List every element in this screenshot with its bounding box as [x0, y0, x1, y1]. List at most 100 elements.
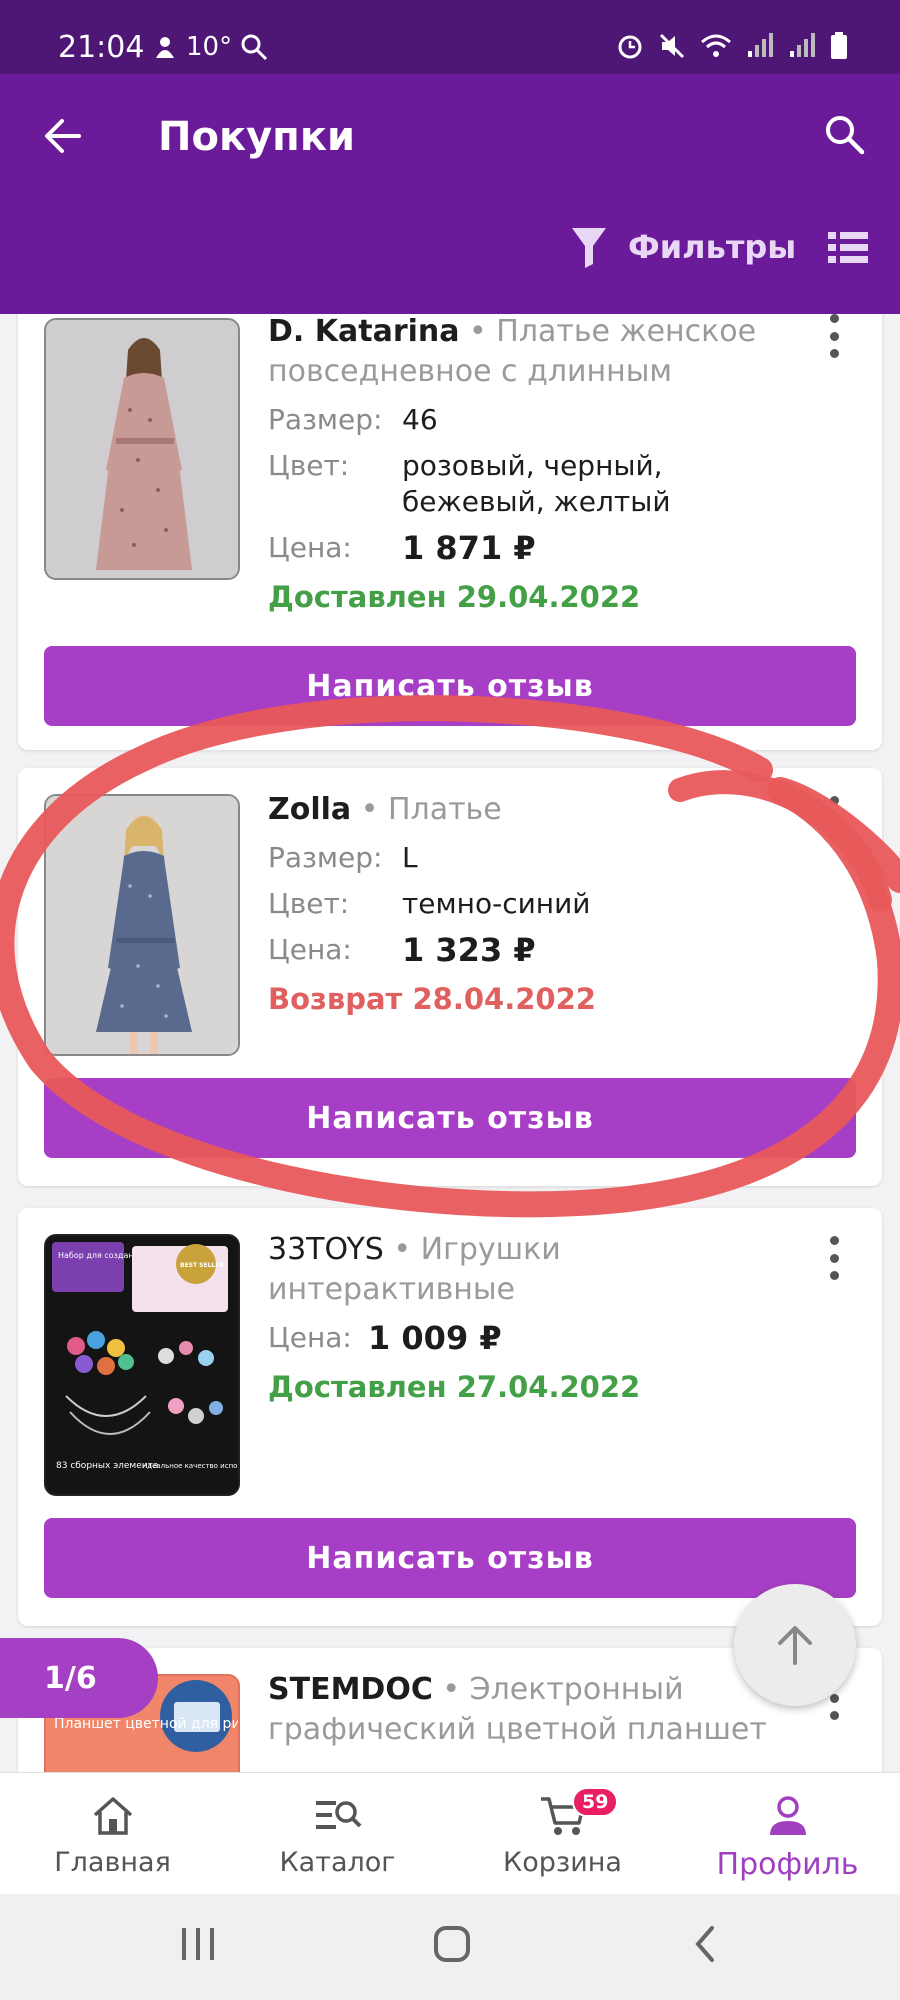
product-title[interactable]: D. Katarina • Платье женское повседневно…: [268, 314, 812, 392]
color-label: Цвет:: [268, 449, 350, 482]
nav-home-label: Главная: [54, 1847, 171, 1878]
product-image[interactable]: [44, 794, 240, 1056]
color-row: Цвет: розовый, черный, бежевый, желтый: [268, 448, 812, 520]
catalog-search-icon: [315, 1801, 361, 1829]
chevron-left-icon: [695, 1926, 714, 1962]
more-dot-icon: [829, 1236, 839, 1245]
scroll-up-button[interactable]: [734, 1584, 856, 1706]
product-name: Платье: [387, 792, 502, 827]
more-options-button[interactable]: [824, 796, 844, 840]
search-status-icon: [241, 34, 268, 61]
status-temperature: 10°: [186, 32, 233, 62]
search-button[interactable]: [818, 108, 870, 160]
product-info: Zolla • Платье Размер: L Цвет: темно-син…: [268, 790, 812, 1016]
nav-catalog[interactable]: Каталог: [225, 1773, 450, 1894]
size-label: Размер:: [268, 403, 383, 436]
app-bar: Покупки Фильтры: [0, 74, 900, 314]
status-left-icons: 10°: [152, 32, 268, 62]
price-label: Цена:: [268, 531, 352, 564]
delivery-status: Доставлен 27.04.2022: [268, 1370, 641, 1404]
cart-badge: 59: [572, 1787, 619, 1817]
notification-icon: [156, 37, 174, 58]
size-value: L: [402, 841, 418, 874]
price-row: Цена: 1 009 ₽: [268, 1320, 812, 1356]
arrow-up-icon: [778, 1626, 812, 1665]
status-bar: 21:04 10°: [0, 0, 900, 74]
search-icon: [826, 116, 865, 155]
product-image[interactable]: [44, 318, 240, 580]
battery-icon: [831, 32, 847, 59]
filter-icon: [572, 228, 606, 268]
return-status: Возврат 28.04.2022: [268, 982, 596, 1016]
delivery-status: Доставлен 29.04.2022: [268, 580, 641, 614]
size-row: Размер: 46: [268, 402, 812, 438]
product-brand: Zolla: [268, 792, 352, 827]
wifi-icon: [701, 34, 731, 57]
alarm-icon: [618, 35, 642, 59]
nav-catalog-label: Каталог: [279, 1847, 396, 1878]
purchase-card[interactable]: Набор для создания украшений BEST SELLER…: [18, 1208, 882, 1626]
nav-cart-label: Корзина: [503, 1847, 622, 1878]
nav-profile[interactable]: Профиль: [675, 1773, 900, 1894]
color-value: темно-синий: [402, 887, 591, 920]
thumb-text-quality: Идеальное качество исполнения: [142, 1462, 240, 1470]
mute-icon: [659, 33, 685, 59]
list-view-button[interactable]: [828, 230, 868, 266]
nav-home[interactable]: Главная: [0, 1773, 225, 1894]
price-value: 1 323 ₽: [402, 931, 536, 969]
price-label: Цена:: [268, 933, 352, 966]
write-review-button[interactable]: Написать отзыв: [44, 1518, 856, 1598]
purchases-list: D. Katarina • Платье женское повседневно…: [0, 314, 900, 1772]
size-label: Размер:: [268, 841, 383, 874]
home-icon: [93, 1797, 132, 1835]
home-circle-icon: [434, 1926, 470, 1962]
product-info: STEMDOC • Электронный графический цветно…: [268, 1670, 812, 1750]
purchase-card[interactable]: Zolla • Платье Размер: L Цвет: темно-син…: [18, 768, 882, 1186]
recent-apps-button[interactable]: [180, 1924, 216, 1968]
more-options-button[interactable]: [824, 314, 844, 358]
recent-apps-icon: [182, 1928, 214, 1960]
arrow-left-icon: [45, 119, 81, 153]
list-view-icon: [828, 232, 868, 263]
product-info: 33TOYS • Игрушки интерактивные Цена: 1 0…: [268, 1230, 812, 1404]
home-system-button[interactable]: [432, 1924, 472, 1968]
price-label: Цена:: [268, 1321, 352, 1354]
bottom-nav: Главная Каталог 59 Корзина Профиль: [0, 1772, 900, 1894]
price-row: Цена: 1 323 ₽: [268, 932, 812, 968]
product-info: D. Katarina • Платье женское повседневно…: [268, 314, 812, 614]
product-image[interactable]: Набор для создания украшений BEST SELLER…: [44, 1234, 240, 1496]
product-brand: STEMDOC: [268, 1672, 433, 1707]
thumb-text: Планшет цветной для рисования: [54, 1716, 240, 1732]
product-title[interactable]: 33TOYS • Игрушки интерактивные: [268, 1230, 812, 1310]
more-dot-icon: [829, 796, 839, 805]
nav-profile-label: Профиль: [716, 1847, 859, 1882]
page-title: Покупки: [158, 114, 355, 160]
product-title[interactable]: STEMDOC • Электронный графический цветно…: [268, 1670, 812, 1750]
price-value: 1 871 ₽: [402, 529, 536, 567]
status-right-icons: [616, 32, 848, 60]
write-review-button[interactable]: Написать отзыв: [44, 646, 856, 726]
size-row: Размер: L: [268, 840, 812, 876]
more-dot-icon: [829, 314, 839, 323]
price-row: Цена: 1 871 ₽: [268, 530, 812, 566]
page-indicator: 1/6: [0, 1638, 158, 1718]
profile-icon: [769, 1796, 806, 1835]
filters-button[interactable]: Фильтры: [570, 226, 796, 268]
signal-icon-2: [790, 33, 815, 57]
product-title[interactable]: Zolla • Платье: [268, 790, 812, 830]
back-system-button[interactable]: [690, 1924, 720, 1968]
more-options-button[interactable]: [824, 1236, 844, 1280]
back-button[interactable]: [38, 112, 86, 160]
color-label: Цвет:: [268, 887, 350, 920]
signal-icon: [748, 33, 773, 57]
product-brand: 33TOYS: [268, 1232, 384, 1267]
nav-cart[interactable]: 59 Корзина: [450, 1773, 675, 1894]
filters-label: Фильтры: [628, 228, 797, 266]
purchase-card[interactable]: D. Katarina • Платье женское повседневно…: [18, 314, 882, 750]
color-value: розовый, черный, бежевый, желтый: [402, 449, 671, 518]
system-nav-bar: [0, 1894, 900, 2000]
price-value: 1 009 ₽: [368, 1319, 502, 1357]
write-review-button[interactable]: Написать отзыв: [44, 1078, 856, 1158]
product-brand: D. Katarina: [268, 314, 460, 349]
status-time: 21:04: [58, 30, 145, 65]
